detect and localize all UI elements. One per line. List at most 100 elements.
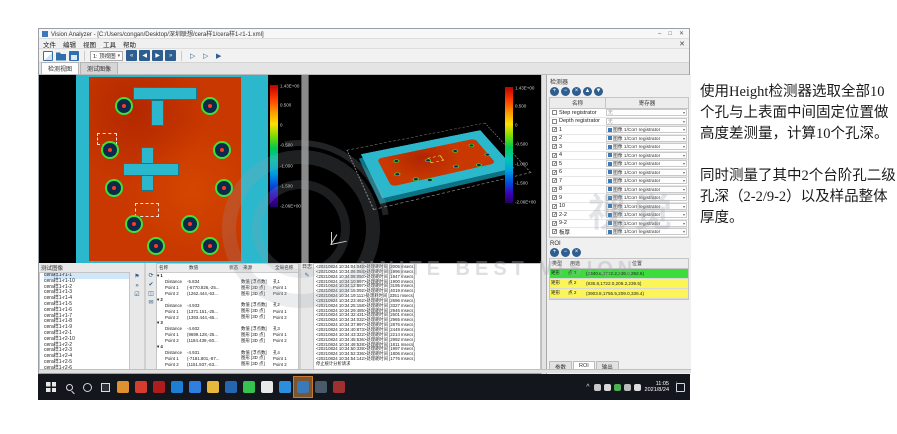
title-bar[interactable]: Vision Analyzer - [C:/Users/congan/Deskt… [39,29,689,39]
app-browser-orange[interactable] [114,377,132,397]
app-browser-blue[interactable] [276,377,294,397]
maximize-button[interactable]: □ [666,31,674,37]
detector-checkbox[interactable]: ✓ [552,178,557,184]
registrator-dropdown[interactable]: 图像 1/Corr registrator ▾ [606,134,687,142]
detector-row[interactable]: ✓ 8 图像 1/Corr registrator ▾ [550,185,688,194]
measure-row[interactable]: Point 2 (1151.937,-63... 图形 [3D 点] Point 2 [157,361,298,367]
detector-row[interactable]: ✓ 1 图像 1/Corr registrator ▾ [550,126,688,135]
run-button-2[interactable]: ▶ [213,50,225,61]
registrator-dropdown[interactable]: 图像 1/Corr registrator ▾ [606,143,687,151]
notification-center-icon[interactable] [676,381,686,393]
tray-volume-icon[interactable] [633,383,641,391]
new-file-button[interactable] [43,50,53,61]
menu-item-编辑[interactable]: 编辑 [63,39,76,49]
app-file-explorer[interactable] [204,377,222,397]
view-selector-dropdown[interactable]: 1: 顶视图 ▾ [90,50,124,61]
detector-checkbox[interactable]: ✓ [552,135,557,141]
run-button-0[interactable]: ▷ [187,50,199,61]
file-toolbar-icon-2[interactable]: ☑ [134,292,139,298]
app-sogou-input[interactable] [132,377,150,397]
detector-row[interactable]: ✓ 2 图像 1/Corr registrator ▾ [550,134,688,143]
start-button[interactable] [42,377,60,397]
detector-row[interactable]: ✓ 3 图像 1/Corr registrator ▾ [550,143,688,152]
measure-toolbar-icon-2[interactable]: ◫ [148,291,154,297]
detector-row[interactable]: ✓ 板厚 图像 1/Corr registrator ▾ [550,228,688,237]
roi-row[interactable]: 矩形 点 2 (3903.8,1755.5,209.0,336.4) [550,288,688,299]
app-qq[interactable] [258,377,276,397]
tray-cloud-icon[interactable] [603,383,611,391]
cortana-button[interactable] [78,377,96,397]
menu-item-工具[interactable]: 工具 [103,39,116,49]
tab-测试图像[interactable]: 测试图像 [80,62,119,74]
detector-row[interactable]: ✓ 9 图像 1/Corr registrator ▾ [550,194,688,203]
detector-row[interactable]: ✓ 2-2 图像 1/Corr registrator ▾ [550,211,688,220]
tray-green-status-icon[interactable] [613,383,621,391]
detector-checkbox[interactable]: ✓ [552,152,557,158]
tray-network-icon[interactable] [623,383,631,391]
measure-toolbar-icon-3[interactable]: ✉ [148,300,153,306]
measure-toolbar-icon-1[interactable]: ✔ [148,282,153,288]
detector-row[interactable]: ✓ 5 图像 1/Corr registrator ▾ [550,160,688,169]
view-splitter[interactable] [301,75,309,263]
save-button[interactable] [69,50,79,61]
detector-checkbox[interactable]: ✓ [552,220,557,226]
detector-row[interactable]: Step registrator 无 ▾ [550,109,688,118]
registrator-dropdown[interactable]: 无 ▾ [606,109,687,117]
registrator-dropdown[interactable]: 图像 1/Corr registrator ▾ [606,168,687,176]
detector-checkbox[interactable]: ✓ [552,127,557,133]
detector-button-3[interactable]: ▲ [583,87,592,96]
detector-row[interactable]: ✓ 10 图像 1/Corr registrator ▾ [550,202,688,211]
detector-checkbox[interactable]: ✓ [552,203,557,209]
scene-3d-view[interactable]: 1.43E+00 0.500 0 -0.500 -1.000 -1.500 -2.06E+0… [309,75,546,263]
close-button[interactable]: ✕ [677,30,686,37]
app-edge[interactable] [168,377,186,397]
file-toolbar-icon-0[interactable]: ⚑ [134,274,139,280]
nav-button-2[interactable]: ▶ [152,50,164,61]
roi-row[interactable]: 矩形 点 2 (835.8,1722.0,209.2,239.5) [550,278,688,289]
detector-checkbox[interactable] [552,118,557,124]
detector-row[interactable]: Depth registrator 无 ▾ [550,117,688,126]
detector-checkbox[interactable]: ✓ [552,212,557,218]
registrator-dropdown[interactable]: 图像 1/Corr registrator ▾ [606,160,687,168]
menu-item-帮助[interactable]: 帮助 [123,39,136,49]
app-mail[interactable] [186,377,204,397]
minimize-button[interactable]: – [656,31,663,37]
nav-button-1[interactable]: ◀ [139,50,151,61]
search-button[interactable] [60,377,78,397]
registrator-dropdown[interactable]: 图像 1/Corr registrator ▾ [606,228,687,236]
detector-row[interactable]: ✓ 9-2 图像 1/Corr registrator ▾ [550,219,688,228]
app-pdf-reader[interactable] [150,377,168,397]
roi-button-2[interactable]: × [572,247,581,257]
nav-button-0[interactable]: « [126,50,138,61]
taskbar-clock[interactable]: 11:05 2021/8/24 [645,381,669,394]
roi-button-0[interactable]: + [550,247,559,257]
registrator-dropdown[interactable]: 图像 1/Corr registrator ▾ [606,211,687,219]
tray-expand-icon[interactable]: ^ [586,384,589,391]
menu-item-文件[interactable]: 文件 [43,39,56,49]
app-red-tool[interactable] [330,377,348,397]
registrator-dropdown[interactable]: 无 ▾ [606,117,687,125]
clear-log-icon[interactable]: ✎ [304,272,309,279]
detector-checkbox[interactable]: ✓ [552,229,557,235]
file-toolbar-icon-1[interactable]: » [135,283,138,289]
nav-button-3[interactable]: » [165,50,177,61]
tab-检测视图[interactable]: 检测视图 [41,62,80,74]
registrator-dropdown[interactable]: 图像 1/Corr registrator ▾ [606,126,687,134]
task-view-button[interactable] [96,377,114,397]
registrator-dropdown[interactable]: 图像 1/Corr registrator ▾ [606,194,687,202]
detector-button-4[interactable]: ▼ [594,87,603,96]
detector-checkbox[interactable]: ✓ [552,195,557,201]
detector-checkbox[interactable] [552,110,557,116]
detector-row[interactable]: ✓ 4 图像 1/Corr registrator ▾ [550,151,688,160]
detector-checkbox[interactable]: ✓ [552,161,557,167]
registrator-dropdown[interactable]: 图像 1/Corr registrator ▾ [606,177,687,185]
heightmap-2d-view[interactable]: 1.43E+00 0.500 0 -0.500 -1.000 -1.500 -2.06E+0… [39,75,301,263]
tray-ime-icon[interactable] [593,383,601,391]
registrator-dropdown[interactable]: 图像 1/Corr registrator ▾ [606,151,687,159]
detector-checkbox[interactable]: ✓ [552,169,557,175]
registrator-dropdown[interactable]: 图像 1/Corr registrator ▾ [606,185,687,193]
detector-button-2[interactable]: × [572,87,581,96]
document-close-icon[interactable]: ✕ [679,40,685,48]
measure-toolbar-icon-0[interactable]: ⟳ [148,273,153,279]
detector-checkbox[interactable]: ✓ [552,186,557,192]
